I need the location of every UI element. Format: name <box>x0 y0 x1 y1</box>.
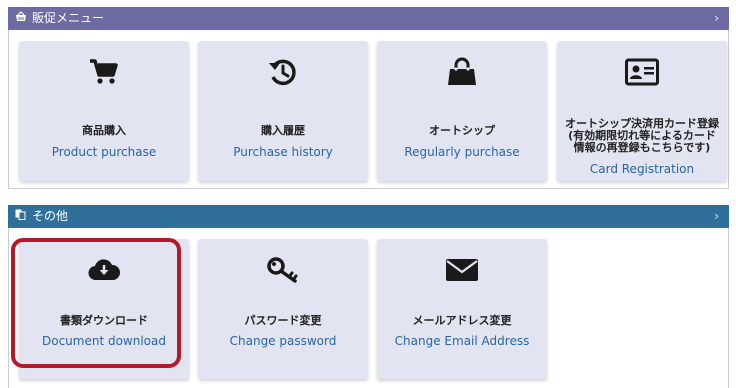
card-purchase-history[interactable]: 購入履歴 Purchase history <box>198 41 368 181</box>
chevron-right-icon: › <box>714 11 719 25</box>
card-autoship[interactable]: オートシップ Regularly purchase <box>377 41 547 181</box>
history-icon <box>198 55 368 89</box>
card-label-en: Card Registration <box>589 162 695 176</box>
copy-icon <box>15 205 29 228</box>
card-label-en: Document download <box>41 334 166 348</box>
card-label-jp: 商品購入 <box>82 124 126 137</box>
card-label-en: Regularly purchase <box>404 145 520 159</box>
section-body-promotion: 商品購入 Product purchase 購入履歴 Purchase hist… <box>8 30 729 189</box>
card-document-download[interactable]: 書類ダウンロード Document download <box>19 239 189 379</box>
envelope-icon <box>377 253 547 287</box>
card-label-jp: メールアドレス変更 <box>412 314 512 327</box>
card-card-registration[interactable]: オートシップ決済用カード登録 (有効期限切れ等によるカード 情報の再登録もこちら… <box>557 41 727 181</box>
section-header-other[interactable]: その他 › <box>8 205 729 228</box>
cloud-download-icon <box>19 253 189 287</box>
card-label-jp-line3: 情報の再登録もこちらです) <box>573 141 711 154</box>
shopping-bag-icon <box>377 55 547 89</box>
card-label-jp: 書類ダウンロード <box>60 314 148 327</box>
card-label-en: Product purchase <box>51 145 157 159</box>
id-card-icon <box>557 55 727 89</box>
section-header-promotion[interactable]: 販促メニュー › <box>8 7 729 30</box>
cart-icon <box>19 55 189 89</box>
card-label-jp: オートシップ <box>429 124 495 137</box>
card-label-jp: 購入履歴 <box>261 124 305 137</box>
card-label-en: Purchase history <box>233 145 333 159</box>
card-label-en: Change password <box>229 334 337 348</box>
section-title: 販促メニュー <box>32 11 105 25</box>
section-title: その他 <box>32 209 69 223</box>
card-product-purchase[interactable]: 商品購入 Product purchase <box>19 41 189 181</box>
card-label-en: Change Email Address <box>394 334 530 348</box>
card-label-jp: パスワード変更 <box>244 314 322 327</box>
chevron-right-icon: › <box>714 209 719 223</box>
card-change-email[interactable]: メールアドレス変更 Change Email Address <box>377 239 547 379</box>
section-body-other: 書類ダウンロード Document download パスワード変更 Chang… <box>8 228 729 388</box>
key-icon <box>198 253 368 287</box>
basket-icon <box>15 7 29 30</box>
card-change-password[interactable]: パスワード変更 Change password <box>198 239 368 379</box>
